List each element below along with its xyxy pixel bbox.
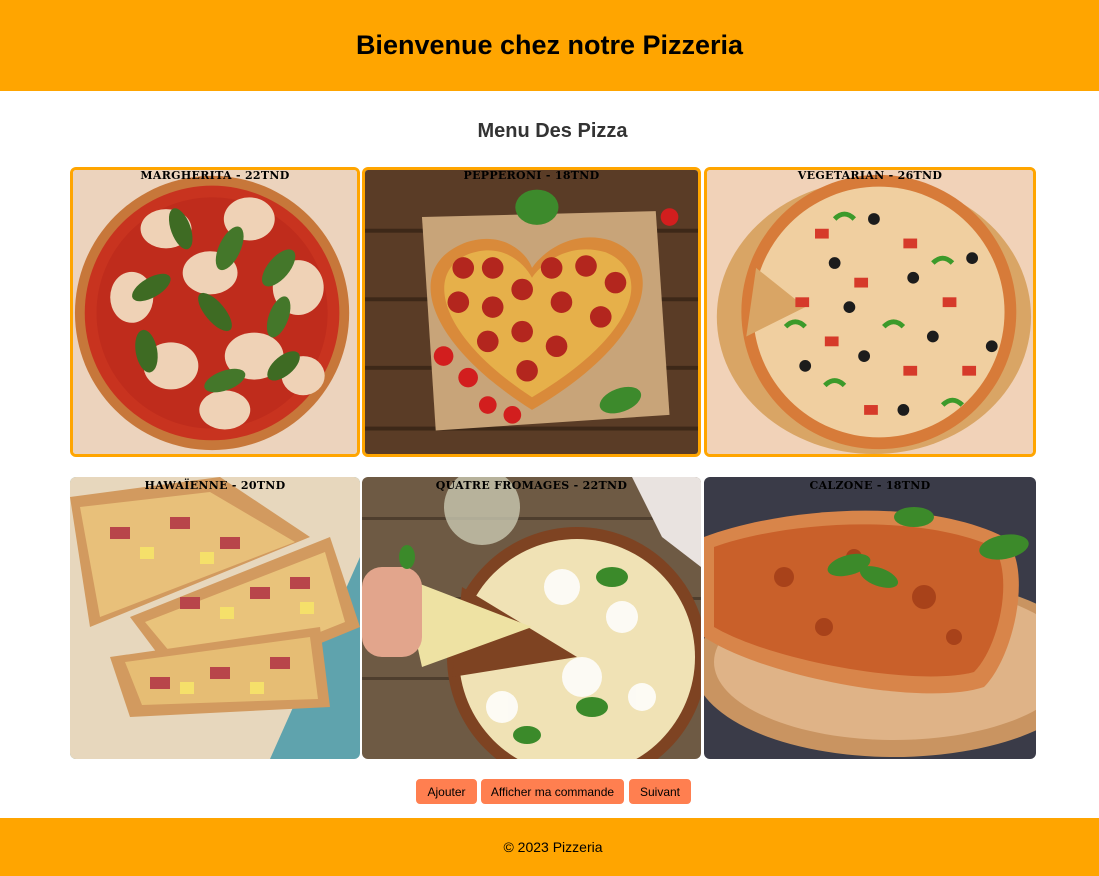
pizza-card-vegetarian[interactable]: Vegetarian - 26TND [704,167,1036,457]
site-footer: © 2023 Pizzeria [0,818,1099,876]
add-button[interactable]: Ajouter [416,779,477,804]
pizza-card-margherita[interactable]: Margherita - 22TND [70,167,360,457]
action-bar: Ajouter Afficher ma commande Suivant [0,779,1099,805]
pizza-label-quatre-fromages: Quatre Fromages - 22TND [435,479,628,492]
pizza-image-calzone [704,477,1036,759]
copyright-text: © 2023 Pizzeria [503,839,603,855]
pizza-label-vegetarian: Vegetarian - 26TND [797,169,943,182]
pizza-image-vegetarian [707,170,1033,454]
pizza-image-hawaienne [70,477,360,759]
pizza-image-margherita [73,170,357,454]
pizza-label-hawaienne: Hawaïenne - 20TND [144,479,286,492]
menu-title: Menu Des Pizza [477,120,628,142]
site-header: Bienvenue chez notre Pizzeria [0,0,1099,91]
pizza-card-calzone[interactable]: Calzone - 18TND [704,477,1036,759]
pizza-label-calzone: Calzone - 18TND [809,479,931,492]
pizza-label-pepperoni: Pepperoni - 18TND [463,169,600,182]
next-button[interactable]: Suivant [629,779,691,804]
pizza-card-quatre-fromages[interactable]: Quatre Fromages - 22TND [362,477,701,759]
show-order-button[interactable]: Afficher ma commande [481,779,624,804]
pizza-image-quatre-fromages [362,477,701,759]
site-title: Bienvenue chez notre Pizzeria [355,30,744,60]
pizza-image-pepperoni [365,170,698,454]
pizza-card-pepperoni[interactable]: Pepperoni - 18TND [362,167,701,457]
pizza-label-margherita: Margherita - 22TND [140,169,290,182]
pizza-card-hawaienne[interactable]: Hawaïenne - 20TND [70,477,360,759]
